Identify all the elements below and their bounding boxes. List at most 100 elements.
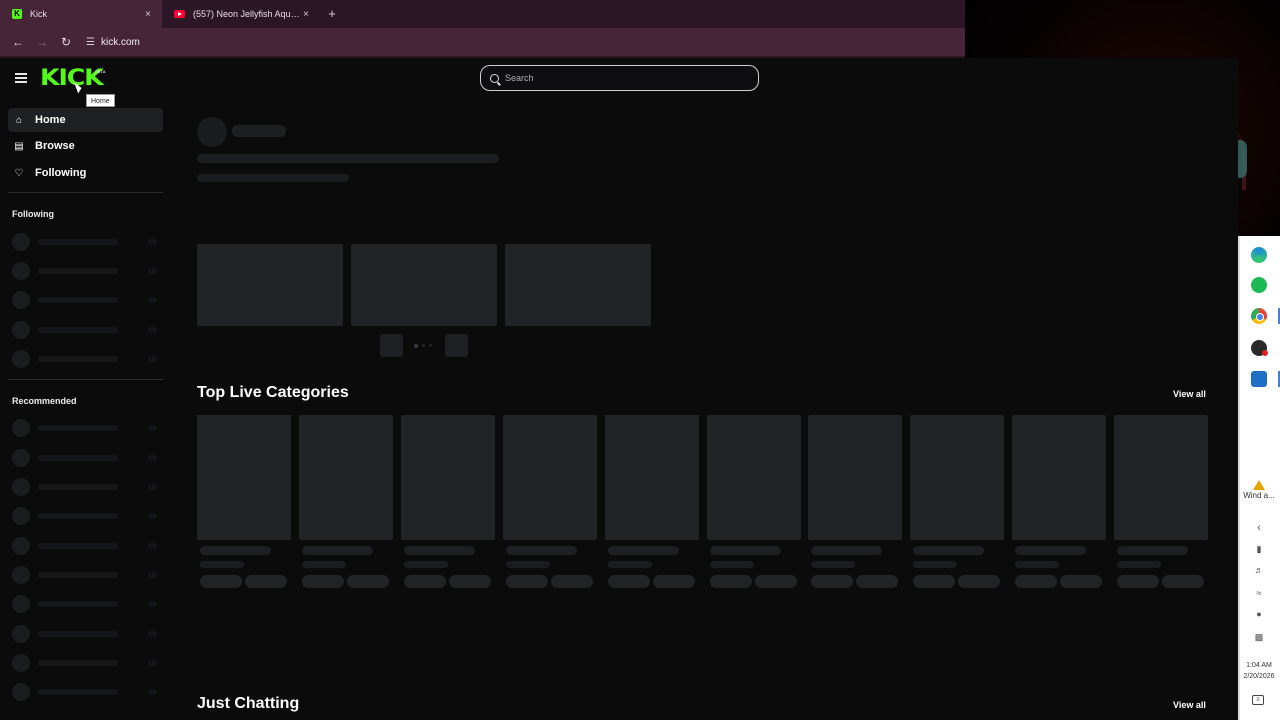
keyboard-icon[interactable]: ▩ xyxy=(1238,632,1280,643)
sidebar-item-browse[interactable]: ▤ Browse xyxy=(8,134,163,158)
reload-icon[interactable]: ↻ xyxy=(54,30,78,54)
following-skeleton-row xyxy=(12,349,162,368)
category-card-skeleton[interactable] xyxy=(604,415,699,540)
recommended-skeleton-row xyxy=(12,448,162,467)
category-title-skeleton xyxy=(200,546,271,555)
edge-browser-icon[interactable] xyxy=(1251,247,1267,263)
browser-tab-bar: K Kick × (557) Neon Jellyfish Aquarium ·… xyxy=(0,0,965,28)
network-icon[interactable]: ≈ xyxy=(1238,588,1280,598)
category-tag-skeleton xyxy=(505,575,548,588)
category-tag-skeleton xyxy=(652,575,695,588)
kick-logo[interactable]: KICK xyxy=(40,67,104,91)
category-card-skeleton[interactable] xyxy=(808,415,903,540)
volume-icon[interactable]: ♬ xyxy=(1238,565,1280,575)
recommended-skeleton-row xyxy=(12,418,162,437)
tray-device-icon[interactable]: ▮ xyxy=(1238,544,1280,555)
site-settings-icon[interactable]: ☰ xyxy=(86,37,95,48)
category-viewers-skeleton xyxy=(709,561,754,568)
category-tag-skeleton xyxy=(1162,575,1205,588)
category-card-skeleton[interactable] xyxy=(910,415,1005,540)
menu-icon[interactable] xyxy=(15,73,27,83)
category-title-skeleton xyxy=(913,546,985,555)
kick-site: KICK BETA Home ⌂ Home ▤ Browse ♡ Followi… xyxy=(0,58,1238,720)
category-tag-skeleton xyxy=(403,575,446,588)
category-card-skeleton[interactable] xyxy=(1012,415,1107,540)
category-tag-skeleton xyxy=(200,575,242,588)
weather-widget[interactable]: Wind a... xyxy=(1238,480,1280,500)
carousel-next-button[interactable] xyxy=(445,334,468,357)
carousel-dot[interactable] xyxy=(422,344,425,347)
search-input[interactable] xyxy=(505,73,735,83)
category-tag-skeleton xyxy=(913,575,956,588)
category-tag-skeleton xyxy=(709,575,752,588)
microphone-icon[interactable]: ● xyxy=(1238,609,1280,619)
recommended-skeleton-row xyxy=(12,594,162,613)
notification-icon[interactable]: ≡ xyxy=(1252,695,1264,705)
carousel-card-skeleton xyxy=(351,244,497,326)
carousel-dot[interactable] xyxy=(429,344,432,347)
tab-title: Kick xyxy=(30,9,48,19)
tab-youtube[interactable]: (557) Neon Jellyfish Aquarium · × xyxy=(162,0,320,28)
clock-time: 1:04 AM xyxy=(1246,662,1272,669)
tab-close-icon[interactable]: × xyxy=(142,9,154,20)
sidebar-item-label: Following xyxy=(35,167,87,179)
category-viewers-skeleton xyxy=(913,561,958,568)
category-tag-skeleton xyxy=(448,575,491,588)
tab-close-icon[interactable]: × xyxy=(300,9,312,20)
just-chatting-title: Just Chatting xyxy=(197,695,300,712)
obs-icon[interactable] xyxy=(1251,340,1268,356)
system-clock[interactable]: 1:04 AM 2/20/2026 xyxy=(1238,660,1280,682)
recommended-skeleton-row xyxy=(12,624,162,643)
category-card-skeleton[interactable] xyxy=(298,415,393,540)
category-tag-skeleton xyxy=(1117,575,1160,588)
recommended-section-title: Recommended xyxy=(12,396,77,406)
featured-subtitle-skeleton xyxy=(197,174,349,182)
view-all-just-chatting-link[interactable]: View all xyxy=(1173,700,1206,710)
category-title-skeleton xyxy=(301,546,373,555)
category-card-skeleton[interactable] xyxy=(706,415,801,540)
home-icon: ⌂ xyxy=(15,114,23,126)
category-card-skeleton[interactable] xyxy=(1114,415,1209,540)
category-tag-skeleton xyxy=(1015,575,1058,588)
following-skeleton-row xyxy=(12,261,162,280)
spotify-icon[interactable] xyxy=(1251,277,1267,293)
category-viewers-skeleton xyxy=(301,561,346,568)
category-tag-skeleton xyxy=(245,575,287,588)
weather-warning-icon xyxy=(1253,480,1265,490)
sidebar-item-label: Browse xyxy=(35,140,75,152)
chrome-icon[interactable] xyxy=(1251,308,1267,324)
sidebar-divider xyxy=(8,192,163,193)
tray-chevron-icon[interactable]: ‹ xyxy=(1238,522,1280,534)
category-tag-skeleton xyxy=(754,575,797,588)
category-card-skeleton[interactable] xyxy=(197,415,291,540)
category-viewers-skeleton xyxy=(1117,561,1162,568)
search-icon xyxy=(490,73,499,83)
view-all-categories-link[interactable]: View all xyxy=(1173,389,1206,399)
back-arrow-icon[interactable]: ← xyxy=(6,30,30,54)
sidebar-item-home[interactable]: ⌂ Home xyxy=(8,108,163,132)
category-title-skeleton xyxy=(811,546,883,555)
url-text[interactable]: kick.com xyxy=(101,37,140,48)
category-viewers-skeleton xyxy=(811,561,856,568)
category-viewers-skeleton xyxy=(607,561,652,568)
new-tab-button[interactable]: + xyxy=(320,0,344,28)
carousel-dot[interactable] xyxy=(414,344,418,348)
tab-kick[interactable]: K Kick × xyxy=(0,0,162,28)
page-scrollbar[interactable] xyxy=(1238,236,1240,720)
url-field[interactable]: ☰ kick.com xyxy=(82,31,140,53)
category-card-skeleton[interactable] xyxy=(502,415,597,540)
windows-taskbar: Wind a... ‹ ▮ ♬ ≈ ● ▩ 1:04 AM 2/20/2026 … xyxy=(1238,236,1280,720)
forward-arrow-icon[interactable]: → xyxy=(30,30,54,54)
recommended-skeleton-row xyxy=(12,682,162,701)
category-card-skeleton[interactable] xyxy=(400,415,495,540)
featured-title-skeleton xyxy=(197,154,499,163)
carousel-prev-button[interactable] xyxy=(380,334,403,357)
category-title-skeleton xyxy=(1015,546,1087,555)
store-icon[interactable] xyxy=(1251,371,1267,387)
category-tag-skeleton xyxy=(1060,575,1103,588)
search-bar[interactable] xyxy=(480,65,759,91)
recommended-skeleton-row xyxy=(12,506,162,525)
recommended-skeleton-row xyxy=(12,536,162,555)
sidebar-item-following[interactable]: ♡ Following xyxy=(8,161,163,185)
category-viewers-skeleton xyxy=(505,561,550,568)
